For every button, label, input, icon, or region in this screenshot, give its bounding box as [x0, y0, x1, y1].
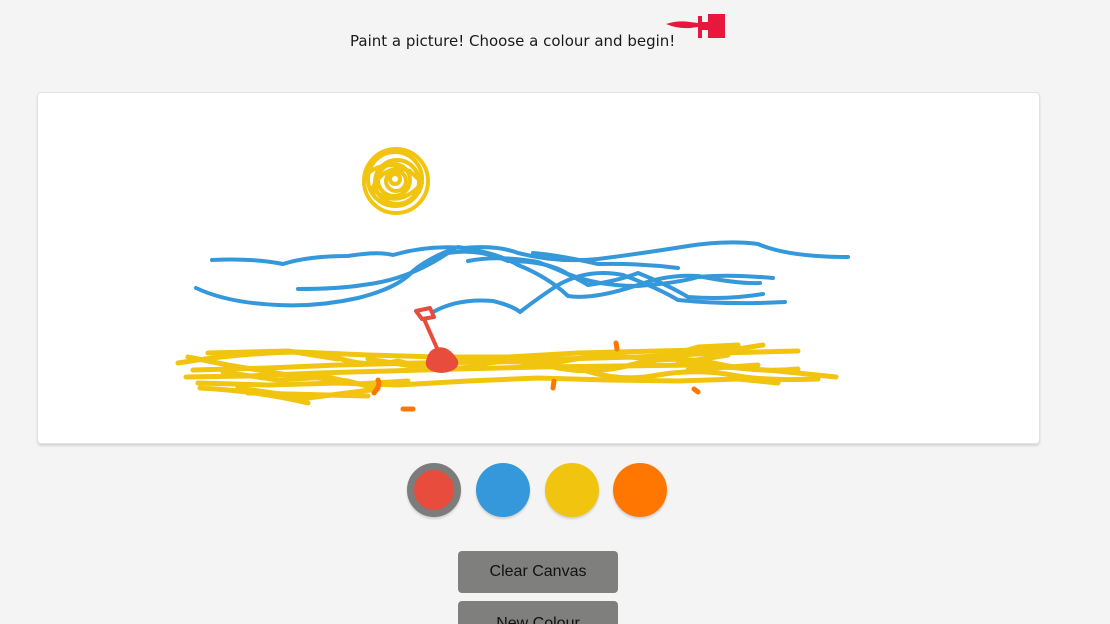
colour-palette — [407, 463, 677, 519]
paintbrush-icon — [666, 14, 725, 38]
instruction-text: Paint a picture! Choose a colour and beg… — [350, 32, 676, 50]
paint-app: Paint a picture! Choose a colour and beg… — [0, 0, 1110, 624]
swatch-orange[interactable] — [613, 463, 667, 517]
drawing-canvas[interactable] — [37, 92, 1040, 444]
swatch-red[interactable] — [407, 463, 461, 517]
new-colour-button[interactable]: New Colour — [458, 601, 618, 624]
swatch-yellow[interactable] — [545, 463, 599, 517]
clear-canvas-button[interactable]: Clear Canvas — [458, 551, 618, 593]
sand-scribble — [175, 342, 839, 406]
swatch-blue[interactable] — [476, 463, 530, 517]
painting — [175, 147, 850, 412]
sea-waves — [194, 240, 850, 314]
sun-scribble — [362, 147, 430, 215]
